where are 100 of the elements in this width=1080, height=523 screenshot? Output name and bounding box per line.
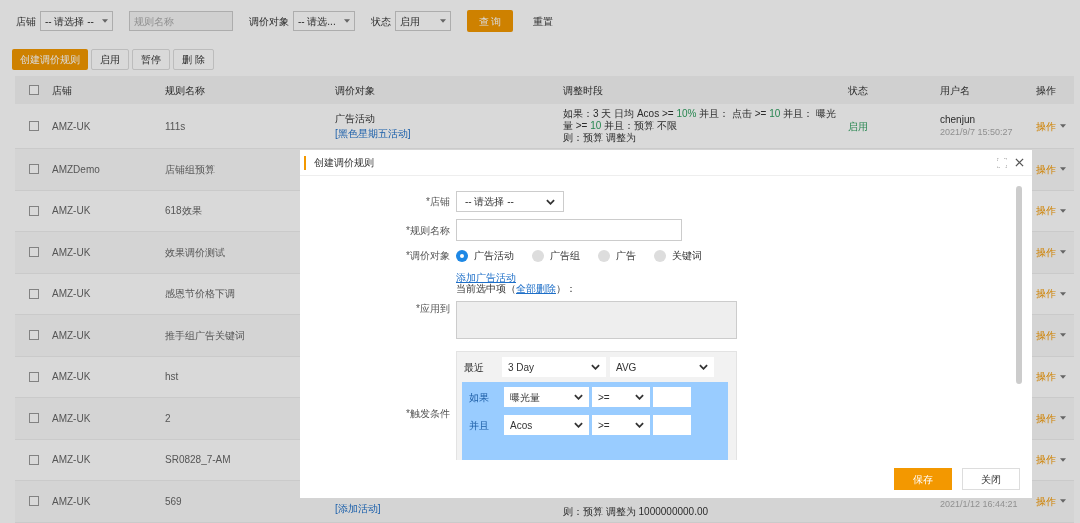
radio-option[interactable]: 广告活动: [456, 248, 514, 263]
action-button[interactable]: 启用: [91, 48, 129, 70]
checkbox[interactable]: [28, 454, 39, 465]
condition-joiner: 如果: [468, 390, 490, 405]
table-cell: 569: [165, 495, 182, 507]
table-cell: AMZ-UK: [52, 495, 91, 507]
chevron-down-icon: [1060, 208, 1066, 213]
chevron-down-icon: [635, 394, 644, 400]
chevron-down-icon: [635, 422, 644, 428]
checkbox[interactable]: [28, 85, 39, 95]
scrollbar[interactable]: [1016, 186, 1022, 384]
chevron-down-icon: [574, 394, 583, 400]
checkbox[interactable]: [28, 121, 39, 131]
reset-button[interactable]: 重置: [521, 10, 566, 32]
condition-text: 如果：3 天 日均 Acos >= 10% 并且： 点击 >= 10 并且： 曝光量 >= 10 并且：预算 不限: [563, 108, 837, 132]
condition-text: 则：预算 调整为 1000000000.00: [563, 505, 710, 518]
checkbox[interactable]: [28, 496, 39, 507]
radio-button[interactable]: [456, 249, 468, 262]
selection-text: 当前选中项（全部删除）：: [456, 283, 577, 294]
action-button[interactable]: 暂停: [132, 48, 170, 70]
aggregate-select[interactable]: AVG: [610, 357, 714, 377]
column-header: 调价对象: [335, 84, 375, 96]
fullscreen-icon[interactable]: [997, 157, 1007, 168]
field-label: *应用到: [416, 303, 450, 314]
filter-select[interactable]: 启用: [394, 11, 451, 31]
chevron-down-icon: [1060, 124, 1066, 128]
timestamp: 2021/1/12 16:44:21: [940, 497, 1019, 510]
table-cell: 111s: [165, 120, 186, 132]
checkbox[interactable]: [28, 164, 39, 175]
chevron-down-icon: [1060, 457, 1066, 462]
column-header: 调整时段: [563, 84, 603, 96]
chevron-down-icon: [1060, 167, 1066, 172]
period-select[interactable]: 3 Day: [502, 357, 606, 377]
table-cell: AMZ-UK: [52, 120, 91, 132]
object-link[interactable]: [添加活动]: [335, 500, 381, 516]
table-cell: AMZ-UK: [52, 288, 91, 300]
checkbox[interactable]: [28, 413, 39, 424]
table-cell: AMZ-UK: [52, 329, 91, 341]
checkbox[interactable]: [28, 371, 39, 382]
metric-select[interactable]: Acos: [504, 415, 589, 435]
column-header: 用户名: [940, 84, 970, 96]
rule-name-input[interactable]: [456, 219, 682, 241]
condition-joiner: 并且: [468, 418, 490, 433]
chevron-down-icon: [101, 19, 108, 23]
timestamp: 2021/9/7 15:50:27: [940, 126, 1014, 138]
close-button[interactable]: 关闭: [962, 468, 1020, 490]
apply-to-field[interactable]: [456, 301, 737, 339]
table-cell: 店铺组预算: [165, 163, 215, 175]
checkbox[interactable]: [28, 205, 39, 216]
table-cell: 推手组广告关键词: [165, 329, 245, 341]
status-text: 启用: [848, 120, 868, 132]
checkbox[interactable]: [28, 247, 39, 258]
column-header: 规则名称: [165, 84, 205, 96]
delete-all-link[interactable]: 全部删除: [516, 283, 556, 294]
table-cell: AMZ-UK: [52, 412, 91, 424]
radio-option[interactable]: 广告: [598, 248, 636, 263]
operator-select[interactable]: >=: [592, 415, 650, 435]
checkbox[interactable]: [28, 330, 39, 341]
store-select[interactable]: -- 请选择 --: [456, 191, 564, 212]
chevron-down-icon: [1060, 499, 1066, 504]
radio-option[interactable]: 关键词: [654, 248, 702, 263]
table-cell: 618效果: [165, 205, 202, 217]
metric-select[interactable]: 曝光量: [504, 387, 589, 407]
radio-button[interactable]: [598, 249, 610, 262]
field-label: *调价对象: [406, 250, 450, 261]
checkbox[interactable]: [28, 288, 39, 299]
table-cell: SR0828_7-AM: [165, 454, 231, 466]
radio-button[interactable]: [654, 249, 666, 262]
chevron-down-icon: [1060, 416, 1066, 421]
filter-label: 调价对象: [248, 14, 289, 29]
filter-select[interactable]: -- 请选择 --: [40, 11, 113, 31]
user-name: chenjun: [940, 114, 977, 126]
chevron-down-icon: [546, 198, 555, 205]
value-input[interactable]: [653, 387, 691, 407]
table-cell: AMZDemo: [52, 163, 100, 175]
radio-option[interactable]: 广告组: [532, 248, 580, 263]
radio-button[interactable]: [532, 249, 544, 262]
object-link[interactable]: [黑色星期五活动]: [335, 126, 411, 141]
action-button[interactable]: 删 除: [173, 48, 214, 70]
filter-label: 店铺: [16, 14, 36, 29]
field-label: *店铺: [426, 196, 450, 207]
table-cell: AMZ-UK: [52, 371, 91, 383]
operator-select[interactable]: >=: [592, 387, 650, 407]
column-header: 店铺: [52, 84, 72, 96]
chevron-down-icon: [574, 422, 583, 428]
chevron-down-icon: [699, 364, 708, 370]
condition-text: 则：预算 调整为: [563, 132, 637, 144]
close-icon[interactable]: [1015, 158, 1024, 167]
add-campaign-link[interactable]: 添加广告活动: [456, 272, 516, 283]
filter-select[interactable]: -- 请选...: [292, 11, 355, 31]
chevron-down-icon: [343, 19, 350, 23]
table-cell: AMZ-UK: [52, 246, 91, 258]
chevron-down-icon: [1060, 291, 1066, 296]
table-cell: hst: [165, 371, 179, 383]
chevron-down-icon: [439, 19, 446, 23]
column-header: 状态: [848, 84, 868, 96]
value-input[interactable]: [653, 415, 691, 435]
table-cell: AMZ-UK: [52, 205, 91, 217]
dialog-title: 创建调价规则: [314, 156, 375, 170]
table-cell: 感恩节价格下调: [165, 288, 235, 300]
